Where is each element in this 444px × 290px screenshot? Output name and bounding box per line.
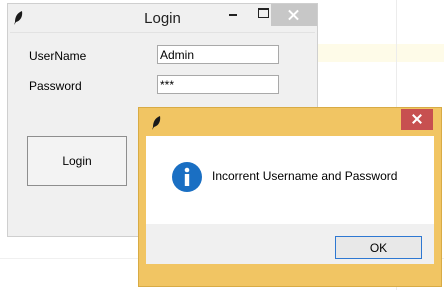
username-label: UserName <box>29 49 87 63</box>
error-dialog: Incorrent Username and Password OK <box>138 107 442 287</box>
editor-line-highlight <box>318 44 444 62</box>
dialog-footer: OK <box>146 224 434 264</box>
login-button[interactable]: Login <box>27 136 127 186</box>
info-icon <box>172 162 202 192</box>
dialog-message: Incorrent Username and Password <box>212 169 398 183</box>
password-field[interactable] <box>157 75 279 94</box>
dialog-close-button[interactable] <box>401 109 433 130</box>
tk-feather-icon <box>152 116 161 130</box>
dialog-body: Incorrent Username and Password <box>146 136 434 224</box>
username-field[interactable] <box>157 45 279 64</box>
close-button[interactable] <box>271 4 317 26</box>
minimize-button[interactable] <box>220 4 246 26</box>
login-titlebar[interactable]: Login <box>8 4 317 32</box>
password-label: Password <box>29 79 82 93</box>
ok-button[interactable]: OK <box>335 236 422 259</box>
